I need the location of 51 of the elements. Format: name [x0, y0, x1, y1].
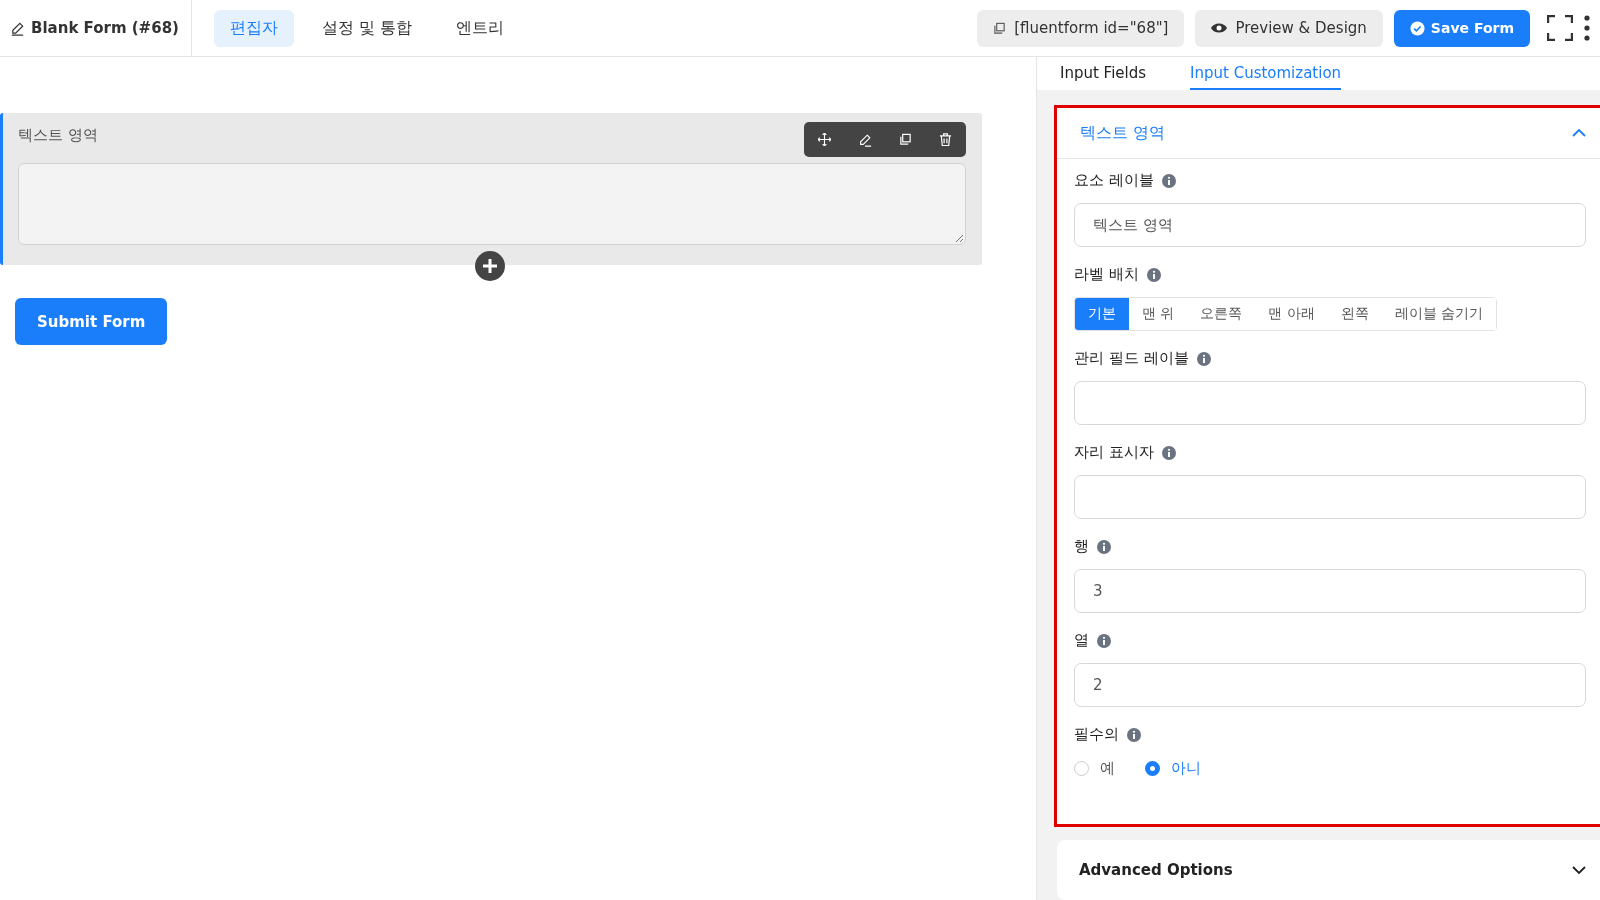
radio-button[interactable] [1074, 761, 1089, 776]
info-icon [1146, 267, 1161, 282]
input-field[interactable] [1074, 475, 1586, 519]
nav-tab[interactable]: 엔트리 [440, 9, 521, 47]
info-icon [1161, 173, 1176, 188]
pencil-icon [10, 20, 25, 36]
radio-label: 아니 [1171, 759, 1201, 778]
chevron-icon[interactable] [1572, 866, 1586, 874]
submit-button[interactable]: Submit Form [15, 298, 168, 345]
section-title: Advanced Options [1079, 861, 1233, 879]
radio-label: 예 [1100, 759, 1115, 778]
panel-tab[interactable]: Input Fields [1060, 57, 1147, 90]
field-label: 행 [1074, 537, 1089, 556]
nav-tab[interactable]: 설정 및 통합 [305, 9, 429, 47]
panel-tab[interactable]: Input Customization [1190, 57, 1342, 90]
copy-icon[interactable] [899, 133, 912, 146]
input-field[interactable]: 2 [1074, 663, 1586, 707]
save-button[interactable]: Save Form [1393, 9, 1530, 47]
form-field-block[interactable]: 텍스트 영역 [0, 113, 982, 265]
info-icon [1196, 351, 1211, 366]
eye-icon [1211, 22, 1228, 34]
resize-handle-icon [955, 234, 963, 242]
section-title: 텍스트 영역 [1080, 122, 1166, 144]
field-label: 열 [1074, 631, 1089, 650]
field-label: 필수의 [1074, 725, 1119, 744]
input-field[interactable] [1074, 381, 1586, 425]
info-icon [1161, 445, 1176, 460]
field-label: 요소 레이블 [1074, 171, 1154, 190]
radio-button[interactable] [1145, 761, 1160, 776]
segment-option[interactable]: 기본 [1075, 298, 1129, 330]
field-label: 관리 필드 레이블 [1074, 349, 1189, 368]
field-label: 텍스트 영역 [18, 126, 98, 144]
info-icon [1097, 539, 1111, 554]
info-icon [1097, 633, 1111, 648]
pencil-icon[interactable] [858, 132, 872, 147]
check-circle-icon [1409, 20, 1425, 36]
fullscreen-icon[interactable] [1547, 15, 1573, 41]
copy-icon [993, 21, 1007, 35]
field-label: 자리 표시자 [1074, 443, 1154, 462]
more-icon[interactable] [1584, 15, 1590, 41]
preview-button[interactable]: Preview & Design [1195, 9, 1383, 47]
input-field[interactable]: 3 [1074, 569, 1586, 613]
field-label: 라벨 배치 [1074, 265, 1139, 284]
move-icon[interactable] [818, 133, 831, 146]
input-field[interactable]: 텍스트 영역 [1074, 203, 1586, 247]
info-icon [1127, 727, 1141, 742]
shortcode-button[interactable]: [fluentform id="68"] [977, 9, 1185, 47]
advanced-options-card[interactable]: Advanced Options [1057, 840, 1600, 900]
trash-icon[interactable] [939, 133, 952, 146]
add-circle-icon[interactable] [475, 251, 505, 281]
form-title: Blank Form (#68) [31, 19, 179, 37]
